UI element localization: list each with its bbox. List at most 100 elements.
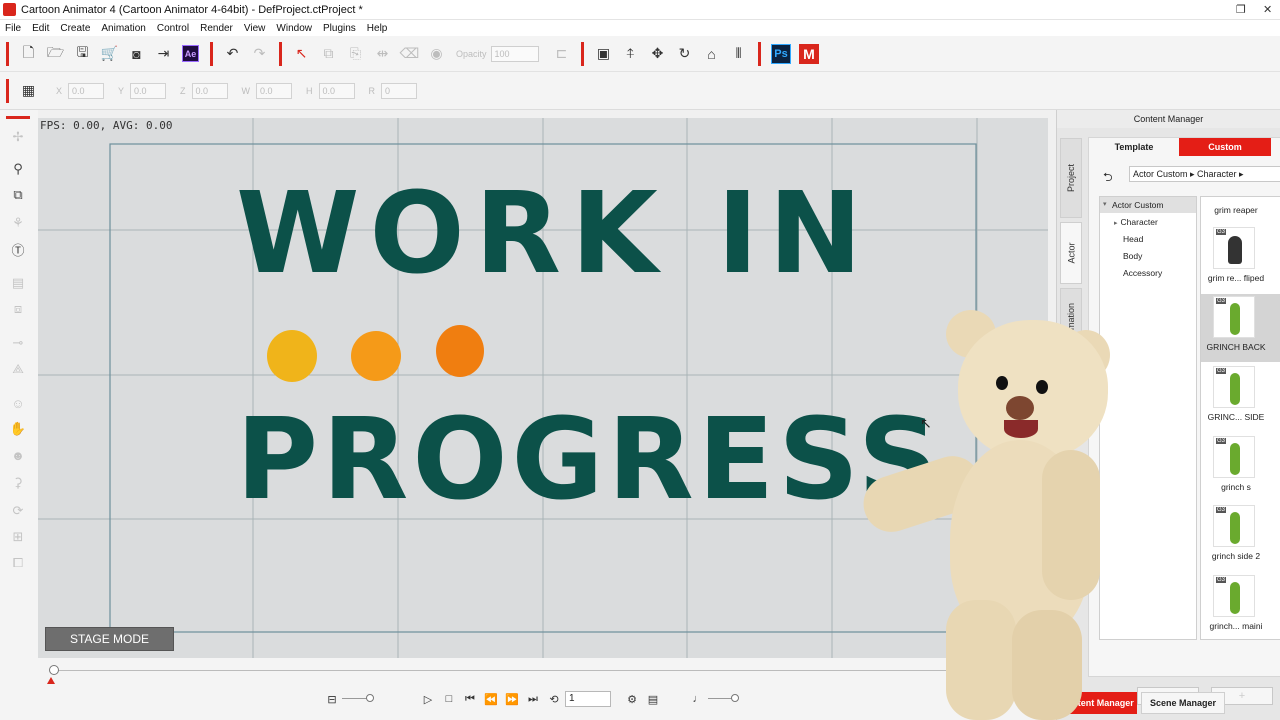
move-pivot-icon[interactable]: ⍏ xyxy=(620,43,642,65)
spring-icon[interactable]: ⟁ xyxy=(9,360,27,378)
motion-icon[interactable]: ⚘ xyxy=(9,214,27,232)
after-effects-button[interactable]: Ae xyxy=(180,43,202,65)
deform-icon[interactable]: ⧈ xyxy=(9,300,27,318)
grinch-figure xyxy=(1230,373,1240,405)
back-icon[interactable]: ⮌ xyxy=(1103,168,1113,189)
restore-button[interactable]: ❐ xyxy=(1236,3,1246,16)
expand-icon[interactable]: ▸ xyxy=(1114,220,1118,227)
redo-icon[interactable]: ↷ xyxy=(249,43,271,65)
settings-icon[interactable]: ⚙ xyxy=(624,691,640,707)
thumbnail-item[interactable]: G3 GRINC... SIDE xyxy=(1201,364,1280,432)
home-icon[interactable]: ⌂ xyxy=(701,43,723,65)
camera-icon[interactable]: ⊟ xyxy=(324,691,340,707)
stop-icon[interactable]: □ xyxy=(441,691,457,707)
export-icon[interactable]: ⇥ xyxy=(153,43,175,65)
layer-icon[interactable]: ⊞ xyxy=(9,528,27,546)
undo-icon[interactable]: ↶ xyxy=(222,43,244,65)
next-frame-icon[interactable]: ⏩ xyxy=(504,691,520,707)
select-icon[interactable]: ↖ xyxy=(291,43,313,65)
crop-icon[interactable]: ⊏ xyxy=(551,43,573,65)
m-button[interactable]: M xyxy=(799,43,820,64)
menu-control[interactable]: Control xyxy=(157,23,189,34)
rotate-icon[interactable]: ↻ xyxy=(674,43,696,65)
bone-icon[interactable]: ✢ xyxy=(9,128,27,146)
tree-item-accessory[interactable]: Accessory xyxy=(1123,268,1162,278)
close-button[interactable]: ✕ xyxy=(1263,3,1272,16)
z-field[interactable]: 0.0 xyxy=(191,82,228,99)
menu-plugins[interactable]: Plugins xyxy=(323,23,356,34)
h-field[interactable]: 0.0 xyxy=(318,82,355,99)
opacity-field[interactable]: 100 xyxy=(490,45,539,62)
music-icon[interactable]: ♩ xyxy=(690,691,706,707)
puppet-icon[interactable]: ▤ xyxy=(9,274,27,292)
first-frame-icon[interactable]: ⏮ xyxy=(462,691,478,707)
thumbnail-item[interactable]: G3 grim re... fliped xyxy=(1201,225,1280,293)
frame-field[interactable]: 1 xyxy=(565,691,611,707)
tree-root[interactable]: ▾ Actor Custom xyxy=(1100,197,1196,213)
tab-actor[interactable]: Actor xyxy=(1060,222,1082,284)
head-icon[interactable]: ☺ xyxy=(9,394,27,412)
walk-icon[interactable]: ⚳ xyxy=(9,474,27,492)
timeline-icon[interactable]: ⫴ xyxy=(728,43,750,65)
collapse-icon[interactable]: ▾ xyxy=(1103,197,1107,213)
menu-edit[interactable]: Edit xyxy=(32,23,49,34)
copy-icon[interactable]: ⧉ xyxy=(318,43,340,65)
flip-icon[interactable]: ⇹ xyxy=(372,43,394,65)
zoom-slider-knob[interactable] xyxy=(366,694,374,702)
new-project-icon[interactable]: 🗋 xyxy=(18,43,40,65)
thumbnail-item[interactable]: G3 grinch... maini xyxy=(1201,573,1280,639)
hand-icon[interactable]: ✋ xyxy=(9,420,27,438)
stack-icon[interactable]: ⧠ xyxy=(9,554,27,572)
r-field[interactable]: 0 xyxy=(381,82,418,99)
sprite-icon[interactable]: ⧉ xyxy=(9,186,27,204)
loop-icon[interactable]: ⟲ xyxy=(546,691,562,707)
visibility-icon[interactable]: ◉ xyxy=(426,43,448,65)
tab-template[interactable]: Template xyxy=(1089,138,1179,156)
shop-icon[interactable]: 🛒 xyxy=(99,43,121,65)
stage-mode-button[interactable]: STAGE MODE xyxy=(45,627,174,651)
preview-icon[interactable]: ◙ xyxy=(126,43,148,65)
paste-icon[interactable]: ⎘ xyxy=(345,43,367,65)
tab-project[interactable]: Project xyxy=(1060,138,1082,218)
menu-view[interactable]: View xyxy=(244,23,266,34)
link-icon[interactable]: ⟳ xyxy=(9,502,27,520)
menu-window[interactable]: Window xyxy=(276,23,312,34)
menu-animation[interactable]: Animation xyxy=(101,23,145,34)
menu-create[interactable]: Create xyxy=(60,23,90,34)
y-field[interactable]: 0.0 xyxy=(130,82,167,99)
volume-slider-knob[interactable] xyxy=(731,694,739,702)
path-icon[interactable]: ⊸ xyxy=(9,334,27,352)
menu-bar: File Edit Create Animation Control Rende… xyxy=(0,20,1280,36)
save-icon[interactable]: 🖫 xyxy=(72,43,94,65)
character-icon[interactable]: ⚲ xyxy=(9,160,27,178)
thumbnail-item-selected[interactable]: G3 GRINCH BACK xyxy=(1201,294,1280,362)
tree-item-body[interactable]: Body xyxy=(1123,251,1142,261)
thumbnail-item[interactable]: G3 grinch s xyxy=(1201,434,1280,502)
last-frame-icon[interactable]: ⏭ xyxy=(525,691,541,707)
tree-item-character[interactable]: ▸ Character xyxy=(1114,217,1158,227)
x-field[interactable]: 0.0 xyxy=(68,82,105,99)
timeline-scrubber[interactable] xyxy=(49,665,59,675)
menu-file[interactable]: File xyxy=(5,23,21,34)
timeline-window-icon[interactable]: ▤ xyxy=(645,691,661,707)
open-icon[interactable]: 🗁 xyxy=(45,43,67,65)
path-breadcrumb[interactable]: Actor Custom ▸ Character ▸ xyxy=(1129,166,1280,182)
move-icon[interactable]: ✥ xyxy=(647,43,669,65)
previous-frame-icon[interactable]: ⏪ xyxy=(483,691,499,707)
wip-line2: PROGRESS xyxy=(236,395,943,525)
render-icon[interactable]: ▣ xyxy=(593,43,615,65)
w-field[interactable]: 0.0 xyxy=(256,82,293,99)
tree-item-head[interactable]: Head xyxy=(1123,234,1143,244)
eraser-icon[interactable]: ⌫ xyxy=(399,43,421,65)
play-icon[interactable]: ▷ xyxy=(420,691,436,707)
tab-custom[interactable]: Custom xyxy=(1179,138,1271,156)
tab-scene-manager[interactable]: Scene Manager xyxy=(1141,692,1225,714)
thumbnail-item[interactable]: G3 grinch side 2 xyxy=(1201,503,1280,571)
toolbar-separator xyxy=(279,41,282,66)
menu-render[interactable]: Render xyxy=(200,23,233,34)
face-puppet-icon[interactable]: ☻ xyxy=(9,446,27,464)
menu-help[interactable]: Help xyxy=(367,23,388,34)
grid-icon[interactable]: ▦ xyxy=(18,80,40,102)
photoshop-button[interactable]: Ps xyxy=(771,43,792,64)
face-icon[interactable]: Ⓣ xyxy=(9,240,27,258)
